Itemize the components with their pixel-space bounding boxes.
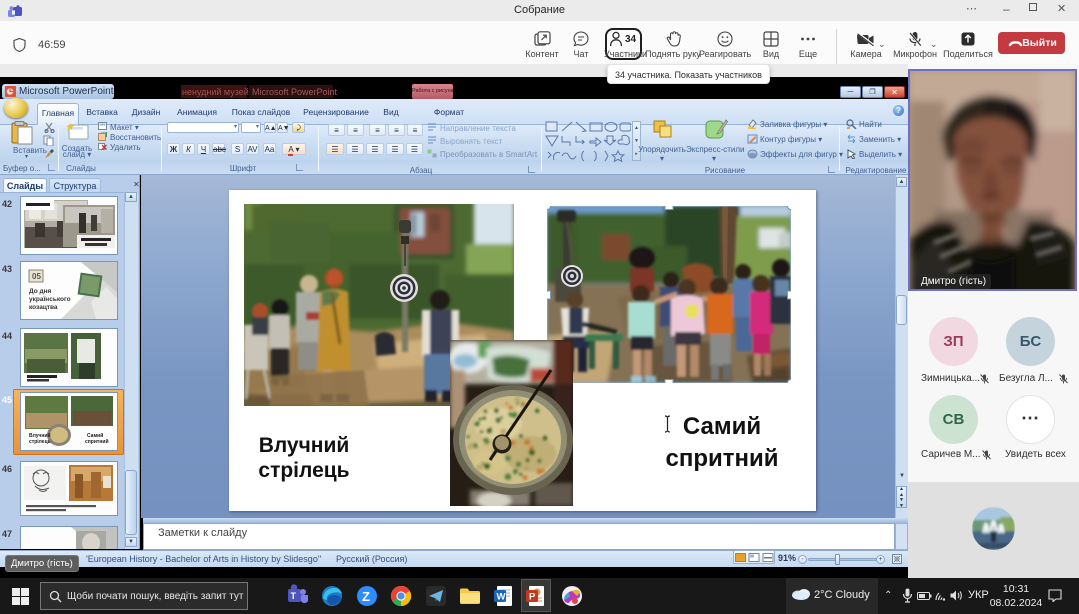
svg-text:34: 34 (625, 34, 637, 45)
svg-text:Самий: Самий (87, 432, 103, 439)
svg-text:05: 05 (32, 272, 41, 281)
svg-text:українського: українського (29, 296, 71, 303)
svg-text:T: T (291, 591, 297, 601)
svg-text:W: W (497, 592, 506, 603)
svg-text:Влучний: Влучний (29, 432, 51, 439)
svg-text:стрілець: стрілець (29, 439, 51, 445)
svg-text:спритний: спритний (85, 438, 109, 445)
svg-text:Z: Z (362, 589, 370, 604)
svg-text:козацтва: козацтва (29, 304, 58, 311)
svg-text:P: P (529, 592, 536, 603)
svg-text:До дня: До дня (29, 288, 52, 295)
